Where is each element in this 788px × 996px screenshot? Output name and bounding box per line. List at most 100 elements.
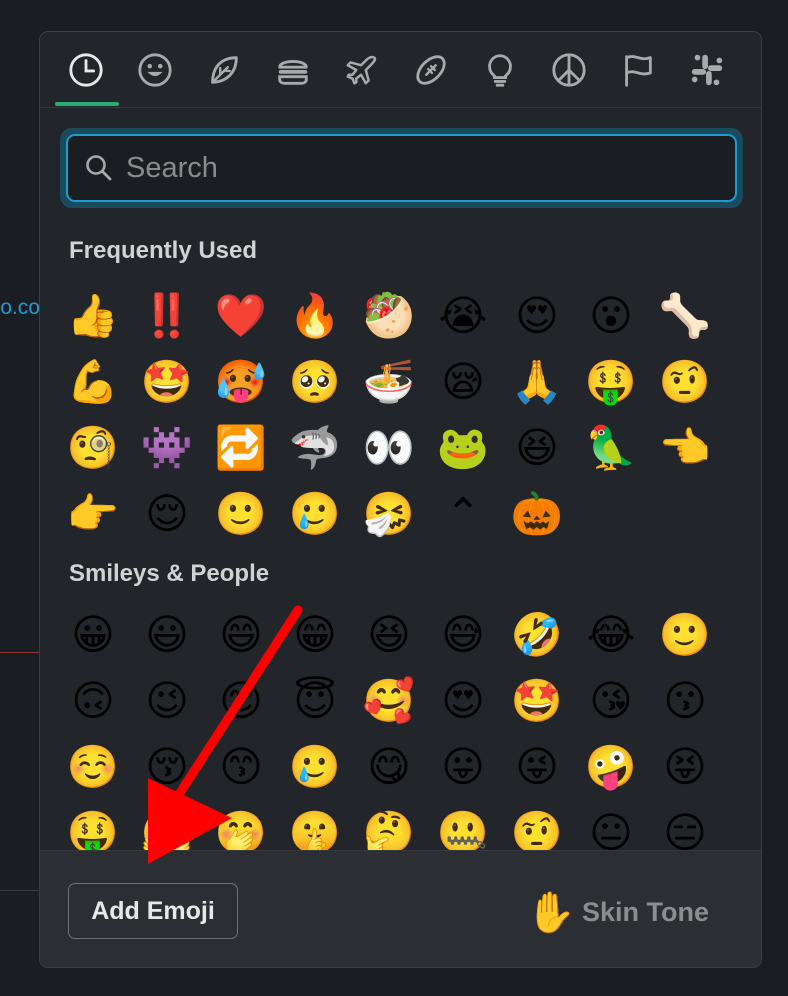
emoji-button[interactable]: 😍 [500, 283, 574, 349]
background-link-fragment: o.co [0, 296, 40, 319]
background-divider [0, 890, 40, 891]
emoji-button[interactable]: 🙂 [648, 602, 722, 668]
emoji-button[interactable]: 😉 [130, 668, 204, 734]
leaf-icon [211, 56, 238, 84]
search-input[interactable] [126, 151, 735, 185]
emoji-button[interactable]: 🎃 [500, 481, 574, 547]
active-tab-indicator [55, 102, 119, 106]
emoji-picker: Frequently Used 👍‼️❤️🔥🥙😭😍😮🦴💪🤩🥵🥺🍜😪🙏🤑🤨🧐👾🔁🦈… [39, 31, 762, 968]
emoji-button[interactable]: 😀 [56, 602, 130, 668]
emoji-button[interactable]: 🔥 [278, 283, 352, 349]
emoji-button[interactable]: 🙏 [500, 349, 574, 415]
picker-footer: Add Emoji ✋ Skin Tone [40, 850, 761, 967]
background-divider [0, 652, 40, 653]
skin-tone-label: Skin Tone [581, 897, 709, 927]
emoji-button[interactable]: 🤩 [130, 349, 204, 415]
emoji-button[interactable]: ☺️ [56, 734, 130, 800]
emoji-button[interactable]: 🤨 [648, 349, 722, 415]
emoji-button[interactable]: 😗 [648, 668, 722, 734]
emoji-button[interactable]: 🥲 [278, 481, 352, 547]
emoji-button[interactable]: 🙂 [204, 481, 278, 547]
emoji-button[interactable]: 😋 [352, 734, 426, 800]
emoji-button[interactable]: 😃 [130, 602, 204, 668]
emoji-button[interactable]: 😚 [130, 734, 204, 800]
emoji-button[interactable]: 🍜 [352, 349, 426, 415]
emoji-button[interactable]: 😮 [574, 283, 648, 349]
frequent-emoji-grid: 👍 ‼️ ❤️ 🔥 🥙 😭 😍 😮 🦴 💪 🤩 🥵 🥺 🍜 😪 🙏 🤑 🤨 🧐 👾 🔁 🦈 👀 🐸 😆 🦜 👈 👉 😌 🙂 🥲 🤧 ⌃ 🎃 [56, 283, 722, 547]
emoji-button[interactable]: 😂 [574, 602, 648, 668]
emoji-button[interactable]: 😜 [500, 734, 574, 800]
tab-flags[interactable] [616, 46, 660, 94]
category-tabs [40, 32, 761, 108]
emoji-button[interactable]: 🥺 [278, 349, 352, 415]
emoji-button[interactable]: 🥲 [278, 734, 352, 800]
emoji-button[interactable]: 🔁 [204, 415, 278, 481]
emoji-button[interactable]: 🦴 [648, 283, 722, 349]
emoji-button[interactable]: 😝 [648, 734, 722, 800]
slack-icon [691, 54, 723, 86]
tab-nature[interactable] [202, 46, 246, 94]
emoji-button[interactable]: 🤑 [574, 349, 648, 415]
emoji-button[interactable]: 🤣 [500, 602, 574, 668]
emoji-button[interactable]: ❤️ [204, 283, 278, 349]
tab-food[interactable] [271, 46, 315, 94]
search-box[interactable] [66, 134, 737, 202]
emoji-button[interactable]: 😛 [426, 734, 500, 800]
smileys-emoji-grid: 😀 😃 😄 😁 😆 😅 🤣 😂 🙂 🙃 😉 😊 😇 🥰 😍 🤩 😘 😗 ☺️ 😚 😙 🥲 😋 😛 😜 🤪 😝 🤑 🤗 🤭 🤫 🤔 🤐 🤨 😐 😑 [56, 602, 722, 866]
airplane-icon [346, 55, 377, 85]
emoji-button[interactable]: 😭 [426, 283, 500, 349]
emoji-button[interactable]: 🦈 [278, 415, 352, 481]
tab-symbols[interactable] [547, 46, 591, 94]
emoji-button[interactable]: 😇 [278, 668, 352, 734]
emoji-button[interactable]: 😘 [574, 668, 648, 734]
smiley-icon [138, 53, 172, 87]
flag-icon [625, 55, 652, 87]
clock-icon [69, 53, 103, 87]
tab-travel[interactable] [340, 46, 384, 94]
raised-hand-icon: ✋ [526, 891, 576, 935]
add-emoji-button[interactable]: Add Emoji [68, 883, 238, 939]
emoji-button[interactable]: 😁 [278, 602, 352, 668]
emoji-button[interactable]: 😪 [426, 349, 500, 415]
tab-activities[interactable] [409, 46, 453, 94]
football-icon [416, 55, 446, 85]
search-icon [86, 155, 112, 181]
emoji-button[interactable]: 😙 [204, 734, 278, 800]
section-title-frequent: Frequently Used [69, 237, 258, 264]
emoji-button[interactable]: 😆 [500, 415, 574, 481]
search-focus-ring [60, 128, 743, 208]
emoji-button[interactable]: 🙃 [56, 668, 130, 734]
emoji-button[interactable]: 👍 [56, 283, 130, 349]
emoji-button[interactable]: 👈 [648, 415, 722, 481]
emoji-button[interactable]: 😆 [352, 602, 426, 668]
emoji-button[interactable]: 😅 [426, 602, 500, 668]
emoji-button[interactable]: 🤩 [500, 668, 574, 734]
emoji-button[interactable]: 🤪 [574, 734, 648, 800]
emoji-button[interactable]: 👾 [130, 415, 204, 481]
emoji-button[interactable]: ⌃ [426, 481, 500, 547]
emoji-button[interactable]: 👀 [352, 415, 426, 481]
peace-icon [552, 53, 586, 87]
emoji-button[interactable]: 💪 [56, 349, 130, 415]
skin-tone-button[interactable]: ✋ Skin Tone [526, 889, 709, 936]
emoji-button[interactable]: 😍 [426, 668, 500, 734]
tab-smileys[interactable] [133, 46, 177, 94]
tab-objects[interactable] [478, 46, 522, 94]
emoji-button[interactable]: 🤧 [352, 481, 426, 547]
emoji-button[interactable]: 🐸 [426, 415, 500, 481]
emoji-button[interactable]: ‼️ [130, 283, 204, 349]
emoji-button[interactable]: 😄 [204, 602, 278, 668]
emoji-button[interactable]: 😌 [130, 481, 204, 547]
emoji-button[interactable]: 🥰 [352, 668, 426, 734]
tab-recent[interactable] [64, 46, 108, 94]
section-title-smileys: Smileys & People [69, 560, 270, 587]
tab-custom[interactable] [685, 46, 729, 94]
emoji-button[interactable]: 🧐 [56, 415, 130, 481]
emoji-button[interactable]: 🥵 [204, 349, 278, 415]
burger-icon [278, 60, 308, 85]
emoji-button[interactable]: 👉 [56, 481, 130, 547]
emoji-button[interactable]: 😊 [204, 668, 278, 734]
emoji-button[interactable]: 🦜 [574, 415, 648, 481]
emoji-button[interactable]: 🥙 [352, 283, 426, 349]
lightbulb-icon [488, 54, 512, 87]
